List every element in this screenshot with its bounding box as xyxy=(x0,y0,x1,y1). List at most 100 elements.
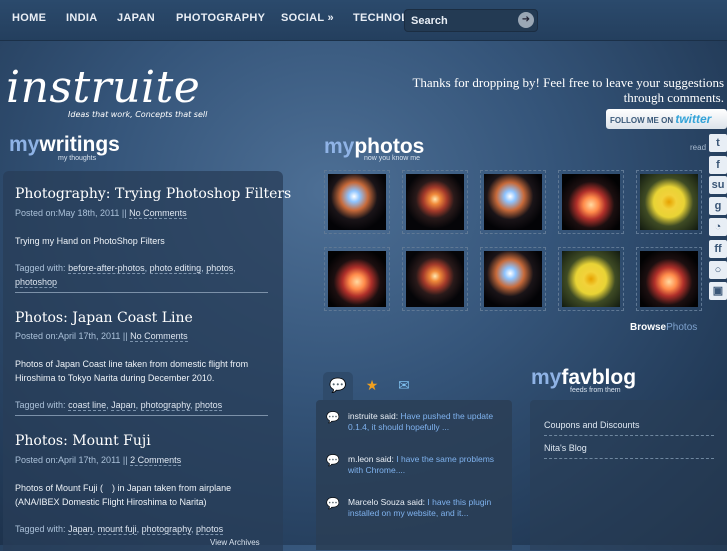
tab-recent[interactable]: ✉ xyxy=(389,372,419,400)
post-meta: Posted on:May 18th, 2011 || No Comments xyxy=(15,208,187,219)
follow-twitter-button[interactable]: FOLLOW ME ON twitter xyxy=(606,109,727,129)
tab-popular[interactable]: ★ xyxy=(357,372,387,400)
post-tags: Tagged with: Japan, mount fuji, photogra… xyxy=(15,524,224,535)
tag-link[interactable]: photography xyxy=(141,524,192,535)
comment-author: Marcelo Souza xyxy=(348,497,405,507)
myspace-icon[interactable]: ▣ xyxy=(709,282,727,300)
post-meta: Posted on:April 17th, 2011 || 2 Comments xyxy=(15,455,182,466)
photos-subheading: now you know me xyxy=(364,155,421,162)
nav-photography[interactable]: PHOTOGRAPHY xyxy=(176,12,265,24)
daffodil-photo xyxy=(640,174,698,230)
tag-link[interactable]: before-after-photos xyxy=(68,263,145,274)
tag-link[interactable]: mount fuji xyxy=(97,524,137,535)
post-comments-link[interactable]: No Comments xyxy=(129,208,187,219)
post-tags-label: Tagged with: xyxy=(15,400,66,410)
photo-thumbnail[interactable] xyxy=(480,170,546,234)
post-tags-label: Tagged with: xyxy=(15,263,66,273)
friendfeed-icon[interactable]: ff xyxy=(709,240,727,258)
tag-link[interactable]: coast line xyxy=(68,400,107,411)
photo-thumbnail[interactable] xyxy=(558,247,624,311)
favblog-link[interactable]: Coupons and Discounts xyxy=(544,420,640,430)
post-divider xyxy=(15,415,268,416)
daffodil-photo xyxy=(562,251,620,307)
writings-heading: mywritings xyxy=(9,133,120,157)
tag-link[interactable]: Japan xyxy=(111,400,136,411)
post-date: Posted on:April 17th, 2011 || xyxy=(15,455,128,465)
tag-link[interactable]: photoshop xyxy=(15,277,58,288)
post-comments-link[interactable]: No Comments xyxy=(130,331,188,342)
top-navigation-bar: HOME INDIA JAPAN PHOTOGRAPHY SOCIAL » TE… xyxy=(0,0,727,41)
nav-home[interactable]: HOME xyxy=(12,12,46,24)
nav-social[interactable]: SOCIAL » xyxy=(281,12,334,24)
photo-thumbnail[interactable] xyxy=(636,247,702,311)
tag-link[interactable]: photos xyxy=(195,400,223,411)
facebook-icon[interactable]: f xyxy=(709,156,727,174)
post-title[interactable]: Photos: Mount Fuji xyxy=(15,433,151,449)
post-divider xyxy=(15,292,268,293)
favblog-divider xyxy=(544,458,714,459)
post-tags-label: Tagged with: xyxy=(15,524,66,534)
fireworks-photo xyxy=(406,174,464,230)
comment-bubble-icon: 💬 xyxy=(329,378,347,394)
speech-bubble-icon: 💬 xyxy=(326,412,340,424)
browse-photos-label: Photos xyxy=(666,322,698,333)
search-arrow-icon[interactable]: ➜ xyxy=(518,12,534,28)
fireworks-photo xyxy=(640,251,698,307)
twitter-prefix: FOLLOW ME ON xyxy=(610,116,674,125)
tag-link[interactable]: photo editing xyxy=(149,263,202,274)
twitter-icon[interactable]: t xyxy=(709,134,727,152)
browse-label: Browse xyxy=(630,322,667,333)
comment-said: said: xyxy=(380,411,399,421)
tag-link[interactable]: photos xyxy=(196,524,224,535)
photo-thumbnail[interactable] xyxy=(324,247,390,311)
twitter-brand: twitter xyxy=(675,112,712,126)
writings-subheading: my thoughts xyxy=(58,155,97,162)
tag-link[interactable]: photos xyxy=(206,263,234,274)
tab-comments[interactable]: 💬 xyxy=(323,372,353,400)
post-excerpt: Photos of Mount Fuji ( ) in Japan taken … xyxy=(15,483,232,507)
view-archives-link[interactable]: View Archives xyxy=(210,538,260,547)
photo-thumbnail[interactable] xyxy=(402,170,468,234)
comment-said: said: xyxy=(375,454,394,464)
site-logo[interactable]: instruite xyxy=(6,62,200,113)
post-excerpt: Photos of Japan Coast line taken from do… xyxy=(15,359,249,383)
photo-thumbnail[interactable] xyxy=(402,247,468,311)
stumbleupon-icon[interactable]: su xyxy=(709,176,727,194)
star-icon: ★ xyxy=(365,378,379,394)
fireworks-photo xyxy=(484,251,542,307)
post-date: Posted on:April 17th, 2011 || xyxy=(15,331,128,341)
read-label: read xyxy=(690,143,707,152)
post-date: Posted on:May 18th, 2011 || xyxy=(15,208,127,218)
search-box: ➜ xyxy=(404,9,538,32)
search-input[interactable] xyxy=(409,12,513,30)
chat-icon[interactable]: ○ xyxy=(709,261,727,279)
post-title[interactable]: Photography: Trying Photoshop Filters xyxy=(15,186,291,202)
fireworks-photo xyxy=(562,174,620,230)
tag-link[interactable]: Japan xyxy=(68,524,93,535)
speech-bubble-icon: 💬 xyxy=(326,455,340,467)
comment-said: said: xyxy=(407,497,426,507)
post-title[interactable]: Photos: Japan Coast Line xyxy=(15,310,193,326)
nav-india[interactable]: INDIA xyxy=(66,12,97,24)
welcome-line-2: through comments. xyxy=(623,90,724,105)
favblog-divider xyxy=(544,435,714,436)
site-tagline: Ideas that work, Concepts that sell xyxy=(68,110,208,119)
browse-photos-link[interactable]: BrowsePhotos xyxy=(630,322,697,333)
rss-icon[interactable]: ◔ xyxy=(709,218,727,236)
welcome-line-1: Thanks for dropping by! Feel free to lea… xyxy=(412,75,724,90)
photo-thumbnail[interactable] xyxy=(636,170,702,234)
fireworks-photo xyxy=(328,251,386,307)
photo-thumbnail[interactable] xyxy=(324,170,390,234)
writings-heading-a: my xyxy=(9,133,40,156)
tag-link[interactable]: photography xyxy=(140,400,191,411)
favblog-link[interactable]: Nita's Blog xyxy=(544,443,587,453)
google-icon[interactable]: g xyxy=(709,197,727,215)
post-comments-link[interactable]: 2 Comments xyxy=(130,455,182,466)
photo-thumbnail[interactable] xyxy=(558,170,624,234)
fireworks-photo xyxy=(484,174,542,230)
writings-heading-b: writings xyxy=(39,133,120,156)
photo-thumbnail[interactable] xyxy=(480,247,546,311)
nav-japan[interactable]: JAPAN xyxy=(117,12,155,24)
speech-bubble-icon: 💬 xyxy=(326,498,340,510)
comment-author: instruite xyxy=(348,411,378,421)
